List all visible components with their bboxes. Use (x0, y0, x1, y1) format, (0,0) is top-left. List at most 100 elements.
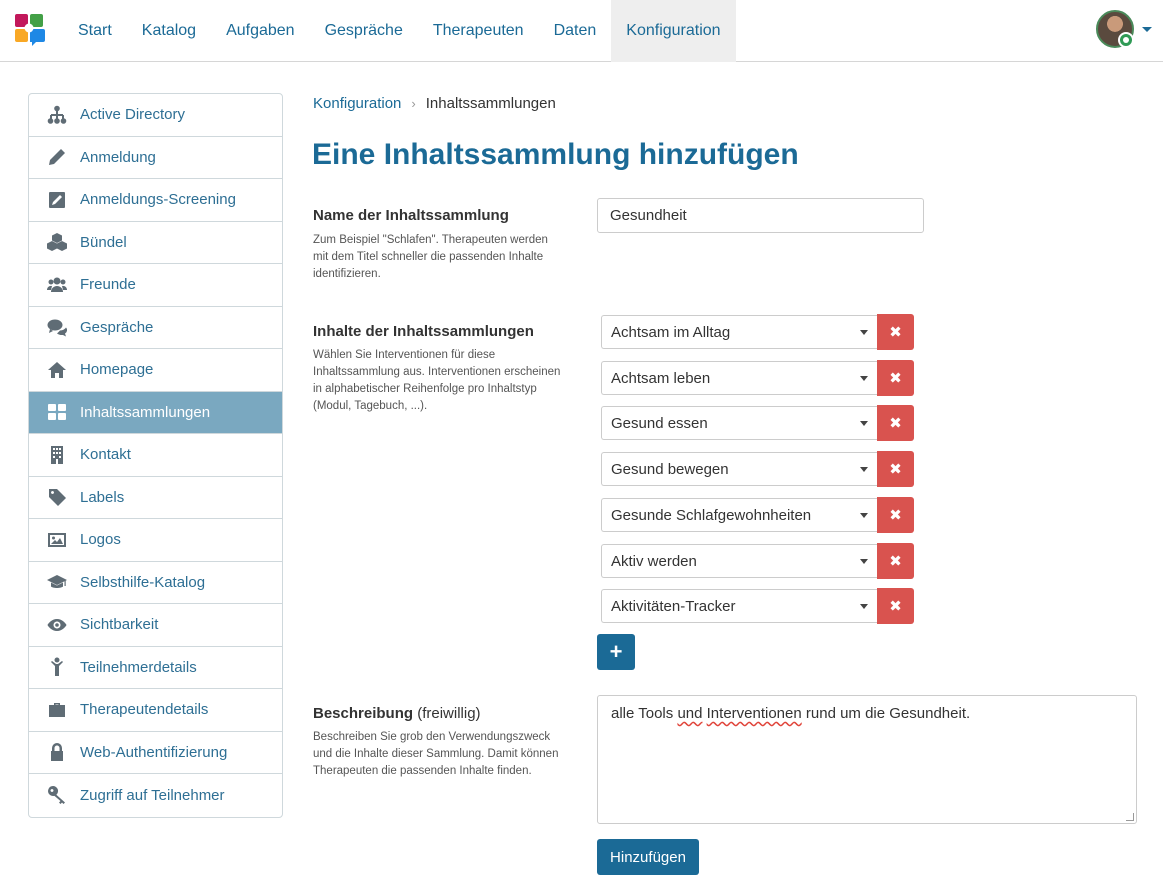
content-select[interactable]: Aktivitäten-Tracker (601, 589, 877, 623)
content-row: Achtsam im Alltag ✖ (601, 314, 914, 350)
caret-down-icon (860, 466, 868, 472)
sidebar-item-label: Bündel (80, 233, 127, 251)
sidebar-item-label: Therapeutendetails (80, 701, 209, 719)
sidebar-item-label: Inhaltssammlungen (80, 403, 211, 421)
remove-content-button[interactable]: ✖ (877, 360, 914, 396)
sitemap-icon (46, 105, 68, 125)
home-icon (46, 360, 68, 380)
nav-start[interactable]: Start (63, 0, 127, 62)
remove-content-button[interactable]: ✖ (877, 588, 914, 624)
nav-gespraeche[interactable]: Gespräche (310, 0, 418, 62)
sidebar-item-active-directory[interactable]: Active Directory (29, 94, 282, 137)
close-icon: ✖ (889, 460, 902, 478)
optional-hint: (freiwillig) (417, 705, 481, 722)
add-content-button[interactable]: + (597, 634, 635, 670)
tag-icon (46, 487, 68, 507)
caret-down-icon (860, 512, 868, 518)
description-textarea[interactable]: alle Tools und Interventionen rund um di… (597, 695, 1137, 824)
content-select[interactable]: Gesund essen (601, 406, 877, 440)
sidebar-item-label: Logos (80, 531, 121, 549)
child-icon (46, 657, 68, 677)
sidebar-item-anmeldung[interactable]: Anmeldung (29, 137, 282, 179)
close-icon: ✖ (889, 369, 902, 387)
comments-icon (46, 317, 68, 337)
contents-help-text: Wählen Sie Interventionen für diese Inha… (313, 349, 561, 412)
remove-content-button[interactable]: ✖ (877, 543, 914, 579)
description-label: Beschreibung (freiwillig) (313, 705, 481, 722)
sidebar-item-sichtbarkeit[interactable]: Sichtbarkeit (29, 604, 282, 647)
remove-content-button[interactable]: ✖ (877, 314, 914, 350)
content-select-value: Aktiv werden (611, 552, 697, 570)
settings-sidebar: Active Directory Anmeldung Anmeldungs-Sc… (28, 93, 283, 818)
close-icon: ✖ (889, 597, 902, 615)
sidebar-item-label: Anmeldungs-Screening (80, 191, 236, 209)
remove-content-button[interactable]: ✖ (877, 405, 914, 441)
pencil-icon (46, 147, 68, 167)
sidebar-item-label: Active Directory (80, 106, 186, 124)
contents-label: Inhalte der Inhaltssammlungen (313, 323, 534, 340)
nav-daten[interactable]: Daten (539, 0, 612, 62)
caret-down-icon (860, 558, 868, 564)
online-status-icon (1118, 32, 1134, 48)
content-row: Achtsam leben ✖ (601, 360, 914, 396)
spellcheck-word: und (677, 705, 703, 722)
remove-content-button[interactable]: ✖ (877, 497, 914, 533)
sidebar-item-web-authentifizierung[interactable]: Web-Authentifizierung (29, 732, 282, 774)
sidebar-item-label: Web-Authentifizierung (80, 743, 228, 761)
page-title: Eine Inhaltssammlung hinzufügen (312, 138, 799, 171)
breadcrumb-current: Inhaltssammlungen (425, 95, 556, 112)
content-select[interactable]: Achtsam leben (601, 361, 877, 395)
nav-katalog[interactable]: Katalog (127, 0, 211, 62)
collection-name-input[interactable]: Gesundheit (597, 198, 924, 233)
content-select[interactable]: Gesunde Schlafgewohnheiten (601, 498, 877, 532)
building-icon (46, 445, 68, 465)
breadcrumb-link-konfiguration[interactable]: Konfiguration (313, 95, 401, 112)
sidebar-item-labels[interactable]: Labels (29, 477, 282, 519)
sidebar-item-buendel[interactable]: Bündel (29, 222, 282, 264)
top-navbar: Start Katalog Aufgaben Gespräche Therape… (0, 0, 1163, 62)
sidebar-item-label: Freunde (80, 276, 136, 294)
sidebar-item-label: Homepage (80, 361, 154, 379)
sidebar-item-inhaltssammlungen[interactable]: Inhaltssammlungen (29, 391, 282, 434)
sidebar-item-kontakt[interactable]: Kontakt (29, 434, 282, 477)
sidebar-item-label: Teilnehmerdetails (80, 658, 197, 676)
nav-aufgaben[interactable]: Aufgaben (211, 0, 310, 62)
content-select-value: Achtsam im Alltag (611, 323, 731, 341)
name-label: Name der Inhaltssammlung (313, 207, 509, 224)
close-icon: ✖ (889, 552, 902, 570)
description-text: alle Tools (611, 705, 678, 722)
description-text: rund um die Gesundheit. (801, 705, 971, 722)
sidebar-item-homepage[interactable]: Homepage (29, 349, 282, 392)
description-help-text: Beschreiben Sie grob den Verwendungszwec… (313, 731, 559, 777)
sidebar-item-teilnehmerdetails[interactable]: Teilnehmerdetails (29, 647, 282, 689)
sidebar-item-therapeutendetails[interactable]: Therapeutendetails (29, 689, 282, 732)
content-select[interactable]: Aktiv werden (601, 544, 877, 578)
sidebar-item-logos[interactable]: Logos (29, 519, 282, 562)
sidebar-item-selbsthilfe-katalog[interactable]: Selbsthilfe-Katalog (29, 562, 282, 604)
description-label-text: Beschreibung (313, 705, 414, 722)
content-row: Aktivitäten-Tracker ✖ (601, 588, 914, 624)
content-select-value: Gesund bewegen (611, 460, 729, 478)
content-row: Gesunde Schlafgewohnheiten ✖ (601, 497, 914, 533)
graduation-cap-icon (46, 572, 68, 592)
sidebar-item-anmeldungs-screening[interactable]: Anmeldungs-Screening (29, 179, 282, 222)
sidebar-item-gespraeche[interactable]: Gespräche (29, 307, 282, 349)
sidebar-item-zugriff-auf-teilnehmer[interactable]: Zugriff auf Teilnehmer (29, 774, 282, 817)
content-select[interactable]: Achtsam im Alltag (601, 315, 877, 349)
resize-handle-icon[interactable] (1126, 813, 1134, 821)
submit-button[interactable]: Hinzufügen (597, 839, 699, 875)
sidebar-item-freunde[interactable]: Freunde (29, 264, 282, 307)
content-select[interactable]: Gesund bewegen (601, 452, 877, 486)
remove-content-button[interactable]: ✖ (877, 451, 914, 487)
caret-down-icon (860, 420, 868, 426)
briefcase-icon (46, 700, 68, 720)
key-icon (46, 785, 68, 805)
close-icon: ✖ (889, 506, 902, 524)
nav-therapeuten[interactable]: Therapeuten (418, 0, 539, 62)
sidebar-item-label: Kontakt (80, 446, 131, 464)
nav-konfiguration[interactable]: Konfiguration (611, 0, 736, 62)
th-large-icon (46, 402, 68, 422)
chevron-down-icon[interactable] (1142, 27, 1152, 32)
app-logo[interactable] (15, 14, 46, 46)
cubes-icon (46, 232, 68, 252)
